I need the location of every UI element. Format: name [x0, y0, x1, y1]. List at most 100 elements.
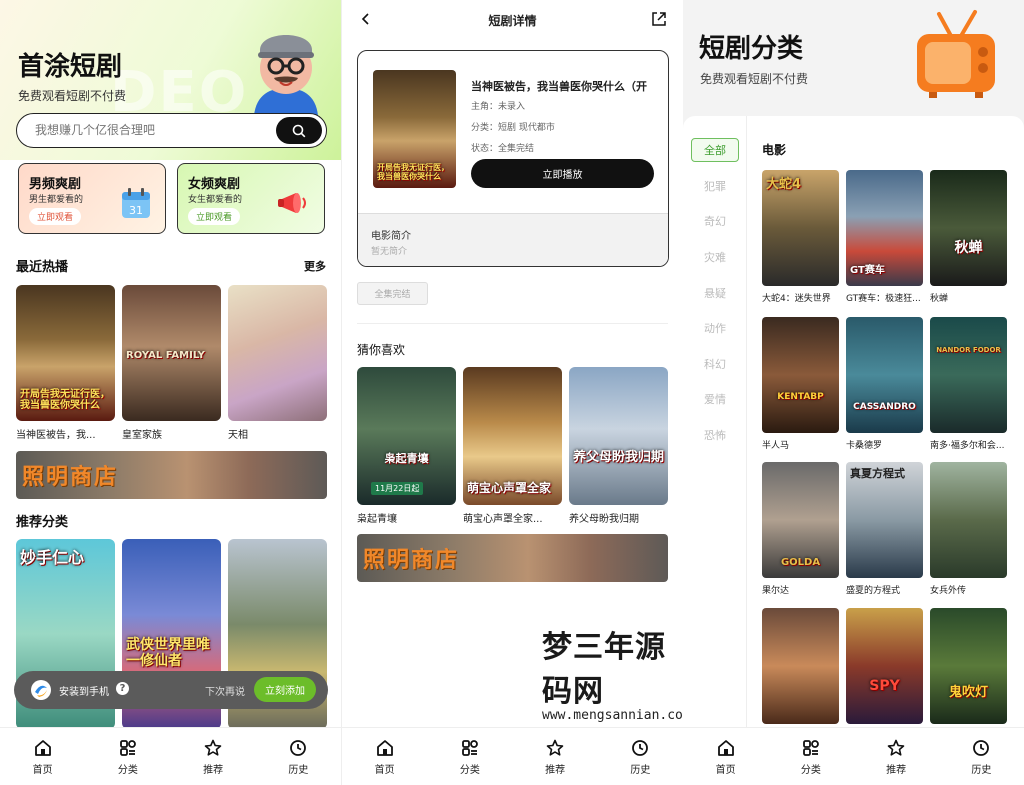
play-button[interactable]: 立即播放	[471, 159, 654, 188]
tab-category[interactable]: 分类	[440, 738, 500, 776]
movie-grid: 大蛇4 大蛇4：迷失世界 GT赛车 GT赛车：极速狂... 秋蝉 秋蝉 KENTABP…	[762, 170, 1008, 728]
list-item[interactable]: 枭起青壤 11月22日起 枭起青壤	[357, 367, 456, 525]
tab-history[interactable]: 历史	[610, 738, 670, 776]
tab-history[interactable]: 历史	[951, 738, 1011, 776]
star-icon	[545, 738, 565, 758]
sidebar-item-disaster[interactable]: 灾难	[691, 245, 739, 269]
promo-banner[interactable]: 照明商店	[16, 451, 327, 499]
list-item[interactable]: NANDOR FODOR 南多·福多尔和会...	[930, 317, 1007, 451]
promo-banner[interactable]: 照明商店	[357, 534, 668, 582]
detail-info: 开局告我无证行医，我当兽医你哭什么 当神医被告，我当兽医你哭什么（开 主角：未录…	[358, 51, 668, 213]
list-item[interactable]: 萌宝心声罩全家 萌宝心声罩全家...	[463, 367, 562, 525]
sidebar-item-fantasy[interactable]: 奇幻	[691, 209, 739, 233]
list-item[interactable]: 大蛇4 大蛇4：迷失世界	[762, 170, 839, 304]
tab-history[interactable]: 历史	[268, 738, 328, 776]
more-link[interactable]: 更多	[304, 258, 326, 274]
intro-section: 电影简介 暂无简介	[358, 213, 668, 266]
male-drama-subtitle: 男生都爱看的	[29, 195, 84, 205]
sidebar-item-all[interactable]: 全部	[691, 138, 739, 162]
poster	[930, 462, 1007, 578]
list-item[interactable]: KENTABP 半人马	[762, 317, 839, 451]
home-icon	[716, 738, 736, 758]
search-icon	[292, 124, 306, 137]
item-title: 果尔达	[762, 586, 790, 596]
item-title: 天相	[228, 430, 248, 441]
sidebar-item-action[interactable]: 动作	[691, 316, 739, 340]
sidebar-item-scifi[interactable]: 科幻	[691, 352, 739, 376]
tab-home[interactable]: 首页	[355, 738, 415, 776]
install-prompt: 安装到手机 ? 下次再说 立刻添加	[14, 671, 328, 709]
list-item[interactable]: 开局告我无证行医，我当兽医你哭什么 当神医被告，我...	[16, 285, 115, 441]
episode-button[interactable]: 全集完结	[357, 282, 428, 305]
poster: 萌宝心声罩全家	[463, 367, 562, 505]
tab-category[interactable]: 分类	[98, 738, 158, 776]
item-title: 大蛇4：迷失世界	[762, 294, 831, 304]
item-title: 南多·福多尔和会...	[930, 441, 1005, 451]
list-item[interactable]: 养父母盼我归期 养父母盼我归期	[569, 367, 668, 525]
male-drama-watch-button[interactable]: 立即观看	[29, 208, 81, 225]
female-drama-watch-button[interactable]: 立即观看	[188, 208, 240, 225]
search-button[interactable]	[276, 117, 322, 144]
search-bar[interactable]	[16, 113, 327, 148]
clock-icon	[288, 738, 308, 758]
poster: ROYAL FAMILY	[122, 285, 221, 421]
recent-section-title: 最近热播	[16, 260, 69, 275]
app-title: 首涂短剧	[18, 52, 123, 82]
category-sidebar: 全部 犯罪 奇幻 灾难 悬疑 动作 科幻 爱情 恐怖	[683, 116, 747, 727]
category-screen: 短剧分类 免费观看短剧不付费 全部 犯罪 奇幻 灾难 悬疑 动作 科幻 爱情 恐…	[683, 0, 1024, 785]
tab-recommend[interactable]: 推荐	[525, 738, 585, 776]
install-later-button[interactable]: 下次再说	[205, 683, 245, 698]
list-item[interactable]: 天相	[228, 285, 327, 441]
list-item[interactable]: 真夏方程式 盛夏的方程式	[846, 462, 923, 596]
tab-home[interactable]: 首页	[696, 738, 756, 776]
bottom-tab-bar: 首页 分类 推荐 历史	[0, 727, 341, 785]
sidebar-item-horror[interactable]: 恐怖	[691, 423, 739, 447]
calendar-icon: 31	[122, 188, 150, 218]
sidebar-item-suspense[interactable]: 悬疑	[691, 281, 739, 305]
list-item[interactable]: CASSANDRO 卡桑德罗	[846, 317, 923, 451]
tab-recommend[interactable]: 推荐	[183, 738, 243, 776]
home-icon	[33, 738, 53, 758]
female-drama-subtitle: 女生都爱看的	[188, 195, 243, 205]
home-screen: DEO 首涂短剧 免费观看短剧不付费 男频爽剧 男生都爱看的 立即观看 31 女…	[0, 0, 341, 785]
install-text: 安装到手机	[59, 687, 109, 698]
list-item[interactable]: ROYAL FAMILY 皇室家族	[122, 285, 221, 441]
detail-screen: 短剧详情 开局告我无证行医，我当兽医你哭什么 当神医被告，我当兽医你哭什么（开 …	[341, 0, 683, 785]
poster: 枭起青壤 11月22日起	[357, 367, 456, 505]
list-item[interactable]: GOLDA 果尔达	[762, 462, 839, 596]
female-drama-card[interactable]: 女频爽剧 女生都爱看的 立即观看	[177, 163, 325, 234]
list-item[interactable]: GT赛车 GT赛车：极速狂...	[846, 170, 923, 304]
item-title: 皇室家族	[122, 430, 162, 441]
list-item[interactable]: 秋蝉 秋蝉	[930, 170, 1007, 304]
tab-recommend[interactable]: 推荐	[866, 738, 926, 776]
poster: CASSANDRO	[846, 317, 923, 433]
list-item[interactable]: SPY	[846, 608, 923, 724]
movie-section-title: 电影	[762, 143, 787, 157]
detail-header: 短剧详情	[342, 0, 683, 40]
share-icon[interactable]	[651, 11, 667, 27]
poster: KENTABP	[762, 317, 839, 433]
bottom-tab-bar: 首页 分类 推荐 历史	[683, 727, 1024, 785]
tv-icon	[917, 10, 995, 98]
male-drama-card[interactable]: 男频爽剧 男生都爱看的 立即观看 31	[18, 163, 166, 234]
category-page-title: 短剧分类	[699, 34, 804, 64]
poster: SPY	[846, 608, 923, 724]
app-logo-icon	[31, 680, 51, 700]
item-title: 养父母盼我归期	[569, 514, 639, 525]
star-icon	[203, 738, 223, 758]
guess-list: 枭起青壤 11月22日起 枭起青壤 萌宝心声罩全家 萌宝心声罩全家... 养父母…	[357, 367, 669, 527]
tab-category[interactable]: 分类	[781, 738, 841, 776]
detail-category: 分类：短剧 现代都市	[471, 123, 555, 133]
list-item[interactable]: 鬼吹灯	[930, 608, 1007, 724]
list-item[interactable]: 女兵外传	[930, 462, 1007, 596]
install-add-button[interactable]: 立刻添加	[254, 677, 316, 702]
sidebar-item-romance[interactable]: 爱情	[691, 387, 739, 411]
help-icon[interactable]: ?	[116, 682, 129, 695]
tab-home[interactable]: 首页	[13, 738, 73, 776]
item-title: 半人马	[762, 441, 790, 451]
sidebar-item-crime[interactable]: 犯罪	[691, 174, 739, 198]
search-input[interactable]	[35, 123, 265, 137]
clock-icon	[971, 738, 991, 758]
item-title: 盛夏的方程式	[846, 586, 901, 596]
list-item[interactable]	[762, 608, 839, 724]
